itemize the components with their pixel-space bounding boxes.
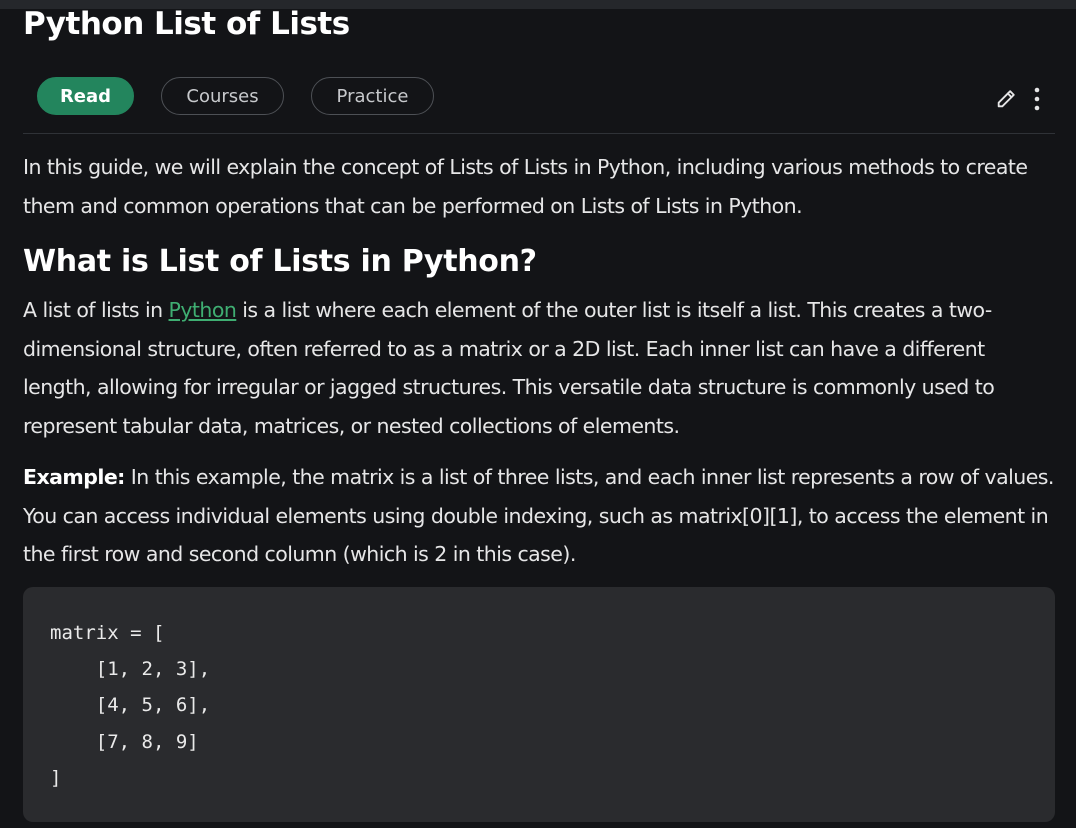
python-link[interactable]: Python xyxy=(169,298,237,322)
article-tabs: Read Courses Practice xyxy=(37,77,434,117)
vertical-ellipsis-icon[interactable] xyxy=(1033,86,1041,112)
tabs-divider xyxy=(23,133,1055,134)
code-content[interactable]: matrix = [ [1, 2, 3], [4, 5, 6], [7, 8, … xyxy=(50,615,210,796)
tab-courses[interactable]: Courses xyxy=(161,77,284,115)
tab-read[interactable]: Read xyxy=(37,77,134,115)
definition-paragraph: A list of lists in Python is a list wher… xyxy=(23,291,1055,445)
section-heading: What is List of Lists in Python? xyxy=(23,244,537,279)
example-paragraph: Example: In this example, the matrix is … xyxy=(23,458,1055,574)
article-actions xyxy=(995,86,1041,112)
definition-prefix: A list of lists in xyxy=(23,298,169,322)
tab-practice[interactable]: Practice xyxy=(311,77,434,115)
pencil-icon[interactable] xyxy=(995,88,1017,110)
example-label: Example: xyxy=(23,465,125,489)
code-block[interactable]: matrix = [ [1, 2, 3], [4, 5, 6], [7, 8, … xyxy=(23,587,1055,822)
page-title: Python List of Lists xyxy=(23,6,350,42)
intro-paragraph: In this guide, we will explain the conce… xyxy=(23,155,1028,218)
example-text: In this example, the matrix is a list of… xyxy=(23,465,1054,566)
